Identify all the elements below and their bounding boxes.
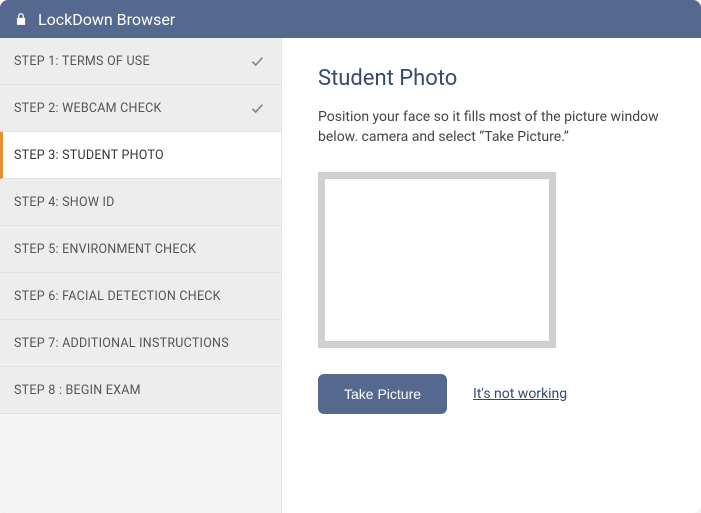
sidebar-step-8[interactable]: STEP 8 : BEGIN EXAM [0, 367, 281, 414]
app-title: LockDown Browser [38, 10, 175, 29]
sidebar-step-label: STEP 4: SHOW ID [14, 195, 115, 210]
photo-capture-frame [318, 172, 556, 348]
lock-icon [14, 11, 28, 27]
check-icon [249, 53, 265, 69]
sidebar: STEP 1: TERMS OF USE STEP 2: WEBCAM CHEC… [0, 38, 282, 513]
sidebar-step-label: STEP 2: WEBCAM CHECK [14, 101, 162, 116]
sidebar-step-label: STEP 3: STUDENT PHOTO [14, 148, 164, 163]
page-heading: Student Photo [318, 66, 665, 91]
instructions-text: Position your face so it fills most of t… [318, 107, 665, 148]
app-body: STEP 1: TERMS OF USE STEP 2: WEBCAM CHEC… [0, 38, 701, 513]
sidebar-step-label: STEP 5: ENVIRONMENT CHECK [14, 242, 196, 257]
check-icon [249, 100, 265, 116]
app-window: LockDown Browser STEP 1: TERMS OF USE ST… [0, 0, 701, 513]
titlebar: LockDown Browser [0, 0, 701, 38]
action-row: Take Picture It's not working [318, 374, 665, 414]
sidebar-step-4[interactable]: STEP 4: SHOW ID [0, 179, 281, 226]
take-picture-button[interactable]: Take Picture [318, 374, 447, 414]
not-working-link[interactable]: It's not working [473, 386, 567, 402]
sidebar-step-label: STEP 8 : BEGIN EXAM [14, 383, 141, 398]
sidebar-step-label: STEP 6: FACIAL DETECTION CHECK [14, 289, 221, 304]
sidebar-step-7[interactable]: STEP 7: ADDITIONAL INSTRUCTIONS [0, 320, 281, 367]
sidebar-step-label: STEP 7: ADDITIONAL INSTRUCTIONS [14, 336, 229, 351]
sidebar-step-2[interactable]: STEP 2: WEBCAM CHECK [0, 85, 281, 132]
sidebar-step-6[interactable]: STEP 6: FACIAL DETECTION CHECK [0, 273, 281, 320]
sidebar-step-label: STEP 1: TERMS OF USE [14, 54, 150, 69]
main-content: Student Photo Position your face so it f… [282, 38, 701, 513]
sidebar-step-5[interactable]: STEP 5: ENVIRONMENT CHECK [0, 226, 281, 273]
sidebar-step-1[interactable]: STEP 1: TERMS OF USE [0, 38, 281, 85]
sidebar-step-3[interactable]: STEP 3: STUDENT PHOTO [0, 132, 281, 179]
